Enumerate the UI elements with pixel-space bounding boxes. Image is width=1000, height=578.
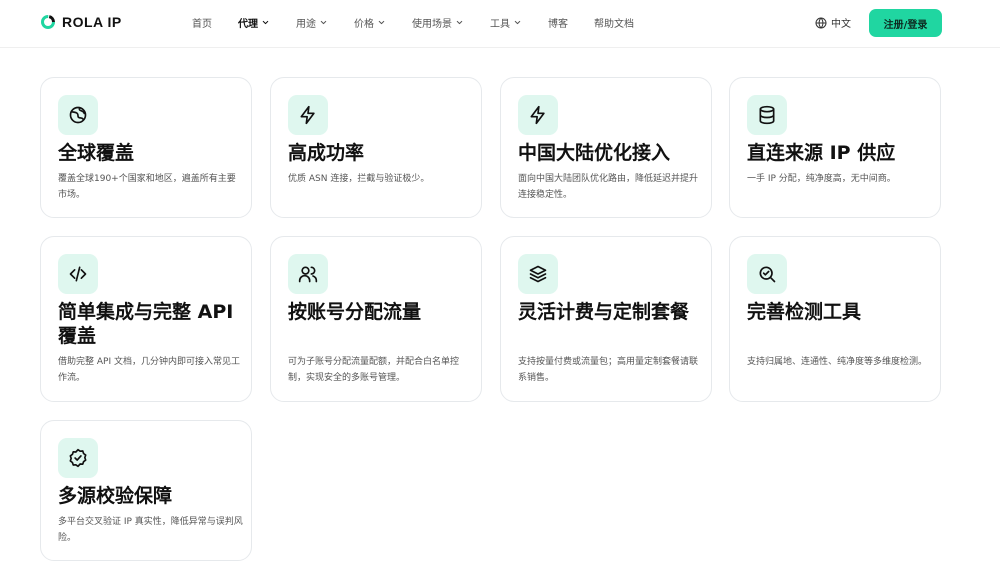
feature-icon-box xyxy=(518,254,558,294)
chevron-down-icon xyxy=(262,20,269,25)
database-icon xyxy=(759,105,775,125)
nav-item-label: 用途 xyxy=(296,19,316,30)
main-nav: 首页 代理 用途 价格 使用场景 工具 博客 帮助文档 xyxy=(192,15,660,30)
feature-icon-box xyxy=(58,438,98,478)
feature-card: 中国大陆优化接入面向中国大陆团队优化路由，降低延迟并提升连接稳定性。 xyxy=(500,77,712,218)
feature-description: 面向中国大陆团队优化路由，降低延迟并提升连接稳定性。 xyxy=(518,174,699,200)
users-icon xyxy=(298,266,318,283)
feature-icon-box xyxy=(518,95,558,135)
nav-item-2[interactable]: 用途 xyxy=(296,15,328,30)
feature-title: 多源校验保障 xyxy=(58,485,173,507)
lightning-icon xyxy=(530,105,545,125)
language-switcher[interactable]: 中文 xyxy=(815,15,851,30)
rola-logo-icon xyxy=(41,15,55,29)
feature-card: 完善检测工具支持归属地、连通性、纯净度等多维度检测。 xyxy=(729,236,941,402)
feature-card: 多源校验保障多平台交叉验证 IP 真实性，降低异常与误判风险。 xyxy=(40,420,252,561)
top-navbar: ROLA IP 首页 代理 用途 价格 使用场景 工具 博客 帮助文档 中文 注册/登录 xyxy=(0,0,1000,48)
feature-card: 高成功率优质 ASN 连接，拦截与验证极少。 xyxy=(270,77,482,218)
feature-description: 支持归属地、连通性、纯净度等多维度检测。 xyxy=(747,357,928,367)
feature-description: 支持按量付费或流量包；高用量定制套餐请联系销售。 xyxy=(518,357,699,383)
nav-item-label: 工具 xyxy=(490,19,510,30)
nav-item-label: 帮助文档 xyxy=(594,19,634,30)
chevron-down-icon xyxy=(514,20,521,25)
feature-title: 灵活计费与定制套餐 xyxy=(518,301,690,323)
search-check-icon xyxy=(759,266,776,283)
language-label: 中文 xyxy=(831,19,851,30)
feature-icon-box xyxy=(288,95,328,135)
feature-description: 覆盖全球190+个国家和地区，遍盖所有主要市场。 xyxy=(58,174,236,200)
nav-item-7[interactable]: 帮助文档 xyxy=(594,15,634,30)
chevron-down-icon xyxy=(320,20,327,25)
nav-item-4[interactable]: 使用场景 xyxy=(412,15,464,30)
nav-item-0[interactable]: 首页 xyxy=(192,15,212,30)
feature-card: 简单集成与完整 API 覆盖借助完整 API 文档，几分钟内即可接入常见工作流。 xyxy=(40,236,252,402)
feature-title: 按账号分配流量 xyxy=(288,301,422,323)
feature-title: 简单集成与完整 API 覆盖 xyxy=(58,301,234,347)
feature-description: 借助完整 API 文档，几分钟内即可接入常见工作流。 xyxy=(58,357,240,383)
feature-title: 高成功率 xyxy=(288,142,365,164)
nav-item-label: 价格 xyxy=(354,19,374,30)
nav-item-6[interactable]: 博客 xyxy=(548,15,568,30)
feature-icon-box xyxy=(747,254,787,294)
nav-item-label: 代理 xyxy=(238,19,258,30)
layers-icon xyxy=(529,265,547,283)
nav-item-label: 使用场景 xyxy=(412,19,452,30)
feature-description: 可为子账号分配流量配额，并配合白名单控制，实现安全的多账号管理。 xyxy=(288,357,460,383)
feature-title: 全球覆盖 xyxy=(58,142,135,164)
feature-icon-box xyxy=(747,95,787,135)
feature-card: 按账号分配流量可为子账号分配流量配额，并配合白名单控制，实现安全的多账号管理。 xyxy=(270,236,482,402)
feature-card: 灵活计费与定制套餐支持按量付费或流量包；高用量定制套餐请联系销售。 xyxy=(500,236,712,402)
feature-icon-box xyxy=(58,254,98,294)
globe-icon xyxy=(69,106,87,124)
chevron-down-icon xyxy=(378,20,385,25)
nav-item-3[interactable]: 价格 xyxy=(354,15,386,30)
feature-description: 优质 ASN 连接，拦截与验证极少。 xyxy=(288,174,430,184)
nav-item-label: 博客 xyxy=(548,19,568,30)
code-icon xyxy=(69,266,87,282)
feature-description: 一手 IP 分配，纯净度高，无中间商。 xyxy=(747,174,896,184)
nav-item-5[interactable]: 工具 xyxy=(490,15,522,30)
feature-description: 多平台交叉验证 IP 真实性，降低异常与误判风险。 xyxy=(58,517,243,543)
nav-item-label: 首页 xyxy=(192,19,212,30)
feature-title: 直连来源 IP 供应 xyxy=(747,142,896,164)
nav-item-1[interactable]: 代理 xyxy=(238,15,270,30)
lightning-icon xyxy=(300,105,315,125)
globe-icon xyxy=(815,17,827,28)
feature-title: 完善检测工具 xyxy=(747,301,862,323)
feature-title: 中国大陆优化接入 xyxy=(518,142,671,164)
brand-name: ROLA IP xyxy=(62,14,122,30)
feature-icon-box xyxy=(58,95,98,135)
chevron-down-icon xyxy=(456,20,463,25)
register-login-button[interactable]: 注册/登录 xyxy=(869,9,942,37)
badge-check-icon xyxy=(69,448,87,468)
feature-card: 直连来源 IP 供应一手 IP 分配，纯净度高，无中间商。 xyxy=(729,77,941,218)
logo[interactable]: ROLA IP xyxy=(40,14,122,30)
feature-icon-box xyxy=(288,254,328,294)
feature-card: 全球覆盖覆盖全球190+个国家和地区，遍盖所有主要市场。 xyxy=(40,77,252,218)
